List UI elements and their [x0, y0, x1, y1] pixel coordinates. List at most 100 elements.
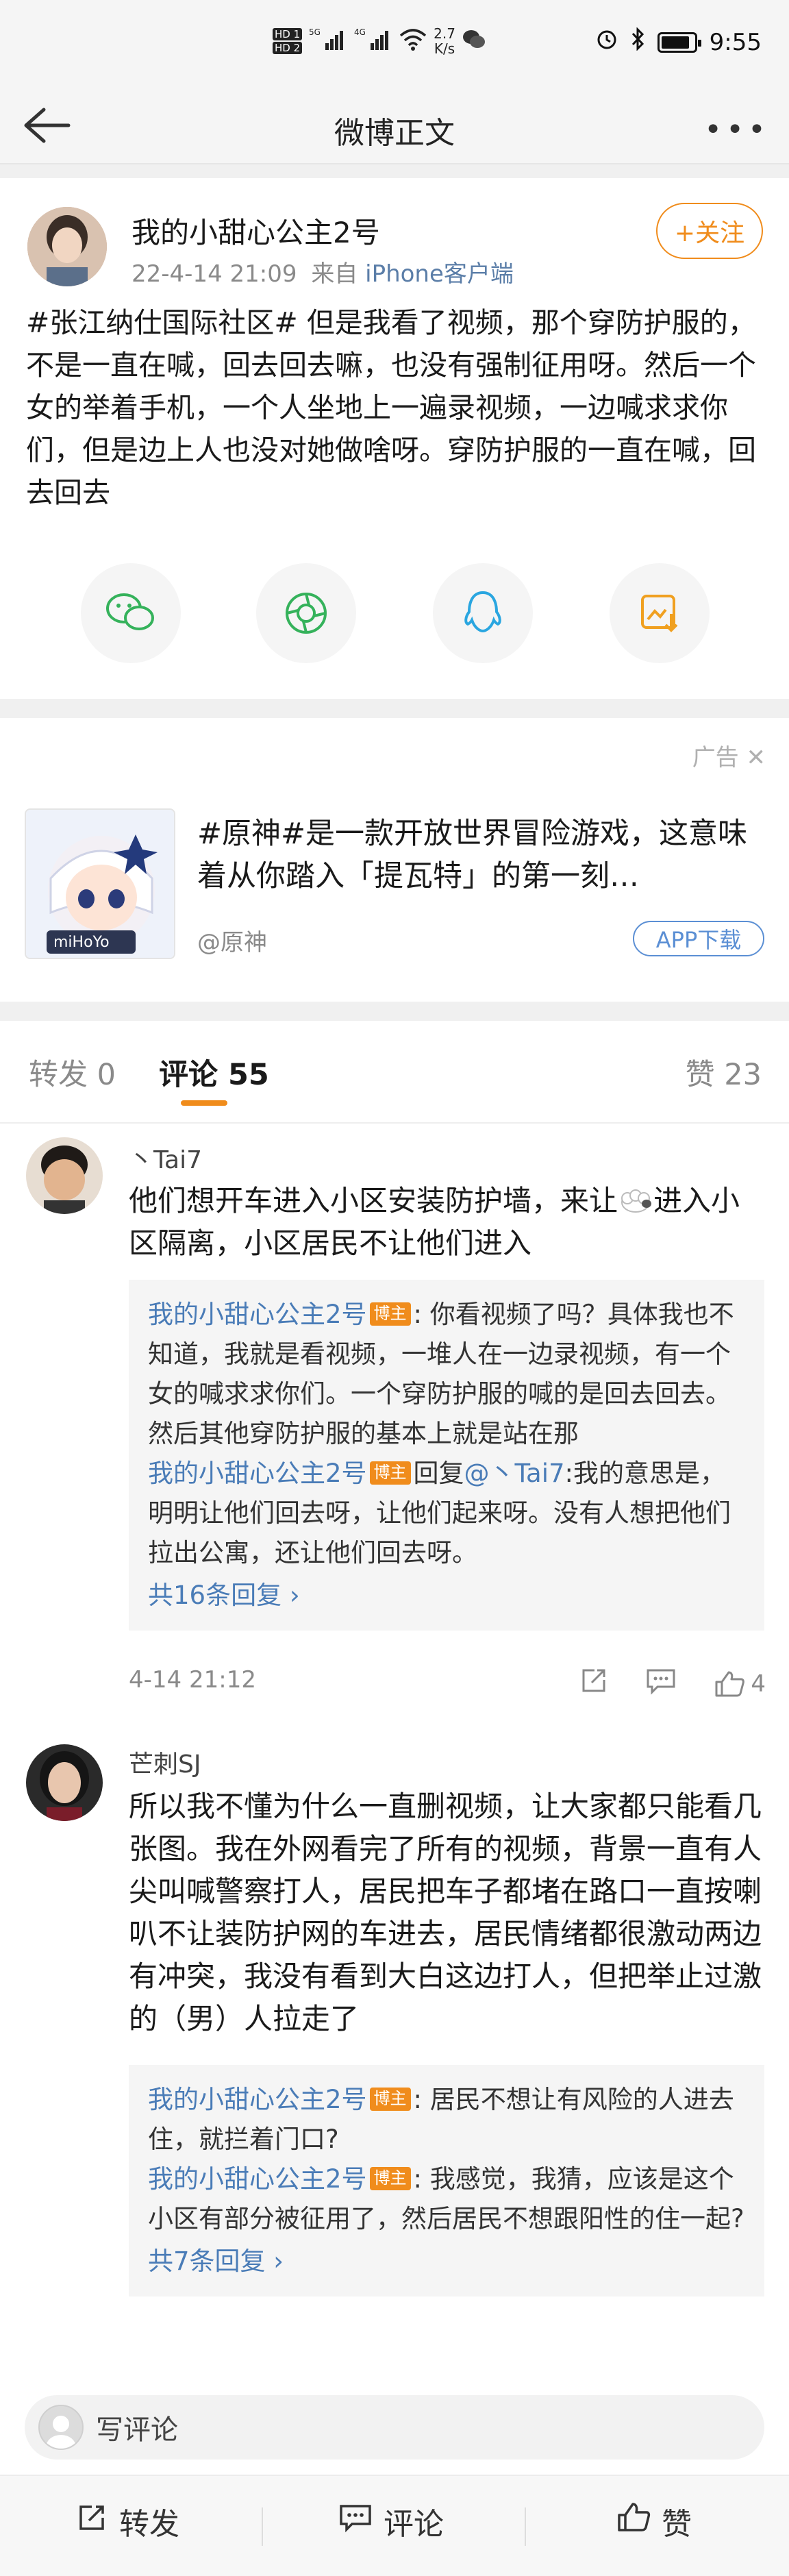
sim2-badge: HD 2 [273, 42, 303, 54]
wechat-share-icon[interactable] [81, 563, 181, 663]
divider [0, 164, 789, 178]
comment-icon [338, 2502, 373, 2541]
divider [262, 2507, 263, 2546]
post-source[interactable]: iPhone客户端 [365, 260, 514, 288]
reply-author[interactable]: 我的小甜心公主2号 [148, 2164, 367, 2194]
reply-item: 我的小甜心公主2号 博主: 我感觉，我猜，应该是这个小区有部分被征用了，然后居民不… [148, 2159, 745, 2239]
signal-icon-2: 4G [354, 27, 392, 55]
bottom-action-bar: 转发 评论 赞 [0, 2475, 789, 2576]
post-time: 22-4-14 21:09 [132, 260, 297, 288]
close-icon[interactable]: ✕ [747, 744, 766, 771]
reply-item: 我的小甜心公主2号 博主: 居民不想让有风险的人进去住，就拦着门口? [148, 2080, 745, 2159]
comment-text: 他们想开车进入小区安装防护墙，来让 进入小区隔离，小区居民不让他们进入 [129, 1180, 766, 1265]
thumbs-up-icon [616, 2501, 651, 2542]
blogger-badge: 博主 [369, 1302, 411, 1326]
ad-user[interactable]: @原神 [197, 924, 267, 957]
net1-label: 5G [309, 27, 321, 37]
comment-item: 芒刺SJ 所以我不懂为什么一直删视频，让大家都只能看几张图。我在外网看完了所有的… [0, 1722, 789, 2373]
comment-text-part: 他们想开车进入小区安装防护墙，来让 [129, 1184, 618, 1217]
reply-word: 回复 [413, 1459, 464, 1488]
app-download-button[interactable]: APP下载 [633, 921, 764, 956]
speed-value: 2.7 [434, 25, 455, 42]
ad-logo-text: miHoYo [53, 934, 110, 951]
comment-actions: 4 [579, 1666, 766, 1701]
tab-likes[interactable]: 赞 23 [686, 1051, 762, 1093]
repost-button[interactable]: 转发 [75, 2499, 179, 2543]
more-replies-link[interactable]: 共16条回复 › [148, 1576, 745, 1615]
tab-underline [181, 1100, 227, 1106]
repost-comment-icon[interactable] [579, 1666, 608, 1701]
battery-icon [657, 32, 701, 53]
nav-bar: 微博正文 ••• [0, 88, 789, 164]
like-button[interactable]: 赞 [616, 2499, 692, 2543]
reply-box[interactable]: 我的小甜心公主2号 博主: 你看视频了吗？具体我也不知道，我就是看视频，一堆人在一… [129, 1280, 764, 1631]
speed-unit: K/s [434, 40, 455, 57]
commenter-avatar[interactable] [26, 1137, 103, 1214]
blogger-badge: 博主 [369, 2088, 411, 2111]
divider [525, 2507, 526, 2546]
divider [0, 1002, 789, 1021]
reply-author[interactable]: 我的小甜心公主2号 [148, 1300, 367, 1329]
ad-label-text: 广告 [692, 744, 739, 771]
qq-share-icon[interactable] [433, 563, 533, 663]
author-avatar[interactable] [27, 207, 107, 286]
reply-item: 我的小甜心公主2号 博主: 你看视频了吗？具体我也不知道，我就是看视频，一堆人在一… [148, 1295, 745, 1454]
comment-item: 丶Tai7 他们想开车进入小区安装防护墙，来让 进入小区隔离，小区居民不让他们进入… [0, 1125, 789, 1714]
like-comment-button[interactable]: 4 [714, 1670, 766, 1698]
like-count: 4 [751, 1670, 766, 1698]
source-prefix: 来自 [311, 260, 358, 288]
commenter-avatar[interactable] [26, 1744, 103, 1821]
reply-mention[interactable]: @丶Tai7 [464, 1459, 565, 1488]
ad-label[interactable]: 广告 ✕ [692, 739, 766, 772]
like-label: 赞 [662, 2507, 692, 2542]
repost-icon [75, 2501, 108, 2542]
status-left: HD 1 HD 2 5G 4G 2.7 K/s [273, 26, 486, 56]
comment-time: 4-14 21:12 [129, 1666, 256, 1694]
status-right: 9:55 [596, 27, 762, 57]
status-bar: HD 1 HD 2 5G 4G 2.7 K/s 9:55 [0, 0, 789, 88]
tab-repost[interactable]: 转发 0 [29, 1051, 116, 1093]
ad-text: #原神#是一款开放世界冒险游戏，这意味着从你踏入「提瓦特」的第一刻… [197, 817, 748, 893]
comment-label: 评论 [384, 2507, 444, 2542]
save-image-icon[interactable] [610, 563, 710, 663]
page-title: 微博正文 [334, 116, 455, 151]
ad-card[interactable]: 广告 ✕ miHoYo #原神#是一款开放世界冒险游戏，这意味着从你踏入「提瓦特… [0, 718, 789, 1002]
share-row [0, 563, 789, 666]
reply-author[interactable]: 我的小甜心公主2号 [148, 1459, 367, 1488]
comment-input[interactable]: 写评论 [25, 2395, 764, 2460]
more-options-icon[interactable]: ••• [704, 112, 770, 147]
post-meta: 22-4-14 21:09 来自 iPhone客户端 [132, 255, 514, 288]
more-replies-link[interactable]: 共7条回复 › [148, 2242, 745, 2281]
bluetooth-icon [630, 27, 645, 57]
comment-placeholder: 写评论 [96, 2414, 178, 2446]
tab-comments[interactable]: 评论 55 [159, 1051, 269, 1093]
write-comment-bar: 写评论 [0, 2377, 789, 2466]
alarm-icon [596, 28, 618, 56]
moments-share-icon[interactable] [256, 563, 356, 663]
reply-item: 我的小甜心公主2号 博主 回复@丶Tai7:我的意思是，明明让他们回去呀，让他们起来… [148, 1454, 745, 1573]
comment-text: 所以我不懂为什么一直删视频，让大家都只能看几张图。我在外网看完了所有的视频，背景… [129, 1789, 762, 2035]
comment-tabs: 转发 0 评论 55 赞 23 [0, 1021, 789, 1124]
divider [0, 699, 789, 718]
clock: 9:55 [709, 28, 762, 56]
wifi-icon [399, 27, 427, 55]
sim1-badge: HD 1 [273, 28, 303, 40]
reply-author[interactable]: 我的小甜心公主2号 [148, 2085, 367, 2114]
reply-box[interactable]: 我的小甜心公主2号 博主: 居民不想让有风险的人进去住，就拦着门口? 我的小甜心公… [129, 2065, 764, 2296]
commenter-name[interactable]: 丶Tai7 [129, 1140, 202, 1176]
comment-footer: 4-14 21:12 4 [129, 1666, 766, 1707]
blogger-badge: 博主 [369, 1461, 411, 1485]
net2-label: 4G [354, 27, 366, 37]
comment-button[interactable]: 评论 [338, 2499, 444, 2543]
reply-comment-icon[interactable] [645, 1666, 677, 1701]
sim-badges: HD 1 HD 2 [273, 28, 303, 54]
follow-button[interactable]: +关注 [656, 203, 763, 259]
wechat-icon [462, 29, 486, 53]
blogger-badge: 博主 [369, 2167, 411, 2190]
net-speed: 2.7 K/s [434, 26, 455, 56]
author-name[interactable]: 我的小甜心公主2号 [132, 210, 380, 251]
commenter-name[interactable]: 芒刺SJ [129, 1744, 201, 1780]
post-text: #张江纳仕国际社区# 但是我看了视频，那个穿防护服的，不是一直在喊，回去回去嘛，… [26, 306, 756, 509]
sheep-emoji-icon [618, 1185, 653, 1215]
ad-image[interactable]: miHoYo [25, 808, 175, 959]
